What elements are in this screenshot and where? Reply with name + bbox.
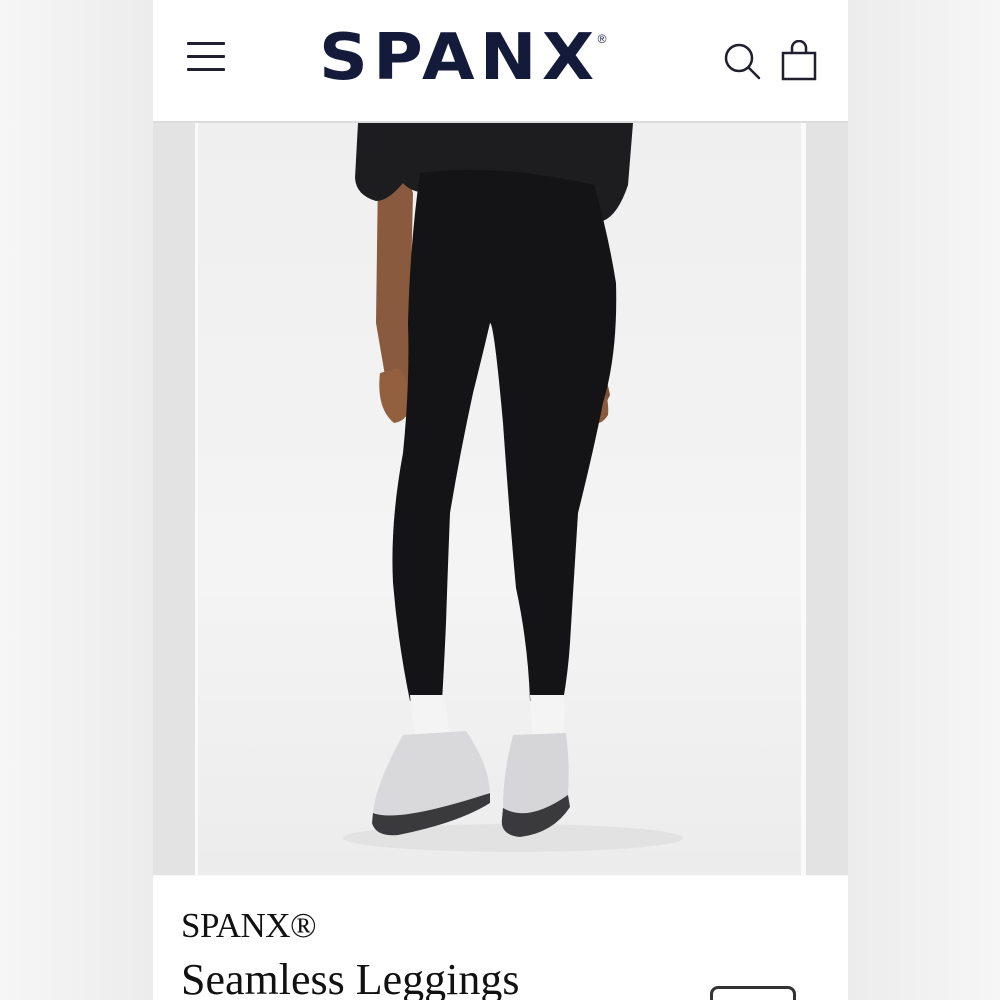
site-header: SPANX ® <box>153 0 848 123</box>
mobile-page: SPANX ® SPANX® Seamless Leggings <box>153 0 848 1000</box>
previous-image-peek[interactable] <box>153 123 195 875</box>
hamburger-line <box>187 68 225 71</box>
next-image-peek[interactable] <box>806 123 848 875</box>
product-image-carousel[interactable] <box>153 123 848 876</box>
hamburger-menu-icon <box>187 42 225 45</box>
spanx-logo[interactable]: SPANX ® <box>319 18 606 98</box>
search-icon <box>724 43 761 80</box>
background-right <box>847 0 1000 1000</box>
cart-button[interactable] <box>780 39 820 82</box>
leggings-model-illustration <box>343 123 683 852</box>
shopping-bag-icon <box>781 39 817 81</box>
logo-text: SPANX <box>319 21 600 95</box>
menu-button[interactable] <box>187 40 225 74</box>
product-title: Seamless Leggings <box>181 955 520 1000</box>
product-info: SPANX® Seamless Leggings <box>153 876 848 1000</box>
partially-visible-button[interactable] <box>710 986 796 1000</box>
search-button[interactable] <box>723 42 763 82</box>
background-left <box>0 0 153 1000</box>
product-photo[interactable] <box>198 123 801 875</box>
product-brand: SPANX® <box>181 906 317 945</box>
hamburger-line <box>187 55 225 58</box>
